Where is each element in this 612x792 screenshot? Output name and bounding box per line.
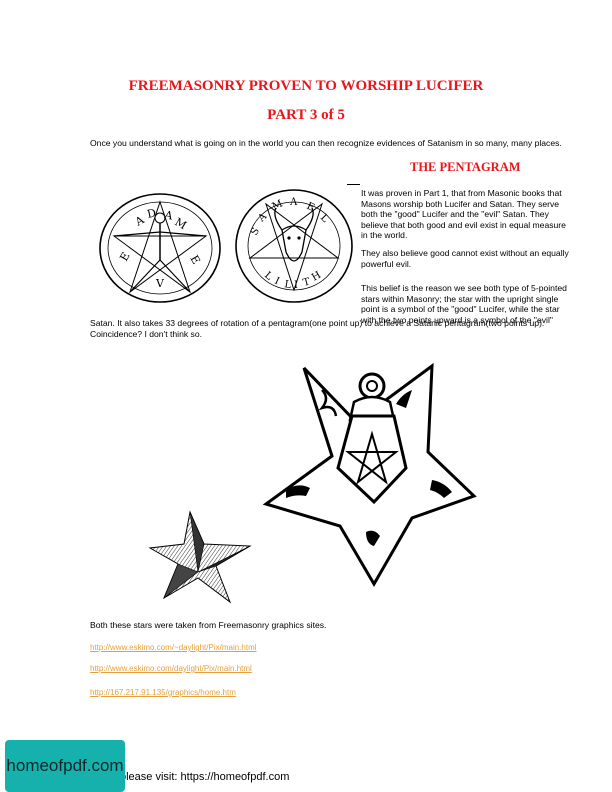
eastern-star-emblem [262, 362, 477, 587]
paragraph-1: It was proven in Part 1, that from Mason… [361, 188, 566, 241]
seal-letter: E [187, 253, 202, 266]
seal-letter: D [146, 206, 158, 221]
adam-eve-pentagram-seal: A D A M E V E [99, 193, 221, 303]
seal-letter: V [155, 277, 165, 290]
part-subtitle: PART 3 of 5 [267, 107, 345, 123]
seal-letter: S [249, 226, 262, 238]
seal-letter: A [256, 211, 270, 225]
paragraph-continuation: Satan. It also takes 33 degrees of rotat… [90, 318, 545, 339]
source-link-2[interactable]: http://www.eskimo.com/daylight/Pix/main.… [90, 664, 252, 673]
brand-label: homeofpdf.com [6, 756, 124, 775]
section-heading: THE PENTAGRAM [410, 160, 521, 174]
seal-letter: A [132, 213, 147, 229]
source-link-3[interactable]: http://167.217.91.135/graphics/home.htm [90, 688, 236, 697]
seal-letter: E [305, 201, 316, 214]
footer-note: please visit: https://homeofpdf.com [120, 771, 290, 783]
page-title: FREEMASONRY PROVEN TO WORSHIP LUCIFER [128, 78, 484, 94]
seal-letter: M [173, 215, 189, 232]
seal-letter: L [283, 279, 292, 291]
seal-letter: E [117, 250, 132, 263]
brand-badge[interactable]: homeofpdf.com [5, 740, 125, 792]
divider [347, 184, 360, 185]
seal-letter: A [289, 197, 298, 208]
source-link-1[interactable]: http://www.eskimo.com/~daylight/Pix/main… [90, 643, 257, 652]
samael-lilith-pentagram-seal: S A M A E L L I L I T H [235, 189, 353, 303]
seal-letter: M [271, 198, 285, 212]
seal-letter: I [294, 280, 298, 291]
sketched-star [148, 510, 252, 604]
paragraph-2: They also believe good cannot exist with… [361, 248, 569, 269]
seal-letter: L [318, 212, 331, 225]
intro-paragraph: Once you understand what is going on in … [90, 138, 562, 148]
seal-letter: L [262, 270, 274, 283]
seal-letter: I [273, 276, 281, 288]
seal-letter: T [302, 276, 312, 288]
seal-letter: A [162, 208, 174, 223]
image-caption: Both these stars were taken from Freemas… [90, 620, 327, 630]
